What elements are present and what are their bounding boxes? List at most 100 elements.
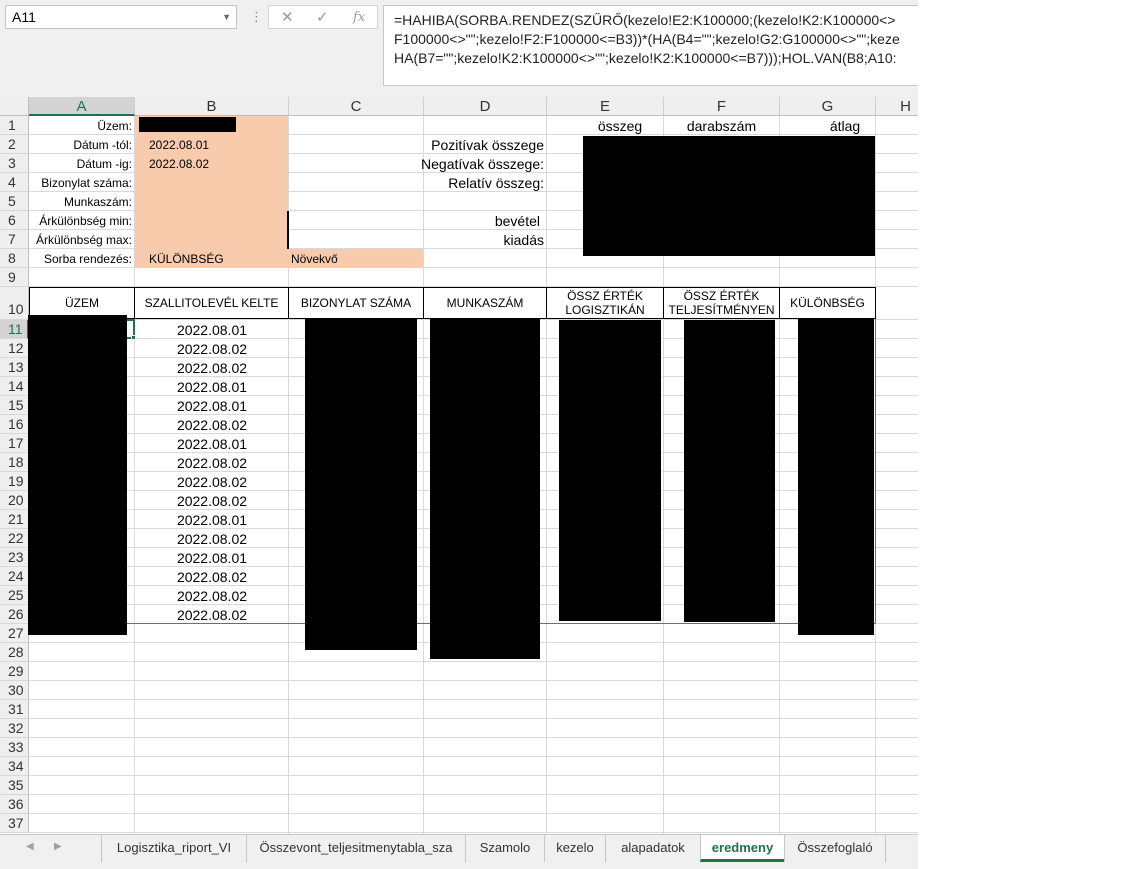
row-header[interactable]: 13 bbox=[0, 358, 29, 377]
row-header[interactable]: 18 bbox=[0, 453, 29, 472]
row-header[interactable]: 9 bbox=[0, 268, 29, 287]
row-header[interactable]: 34 bbox=[0, 757, 29, 776]
summary-header-sum: összeg bbox=[597, 118, 643, 134]
label-negative-sum: Negatívak összege: bbox=[421, 156, 544, 172]
date-cell[interactable]: 2022.08.02 bbox=[135, 455, 289, 472]
date-cell[interactable]: 2022.08.01 bbox=[135, 550, 289, 567]
tab-osszevont[interactable]: Összevont_teljesitmenytabla_sza bbox=[246, 835, 465, 862]
row-header[interactable]: 16 bbox=[0, 415, 29, 434]
row-header[interactable]: 27 bbox=[0, 624, 29, 643]
tab-logisztika-riport[interactable]: Logisztika_riport_VI bbox=[101, 835, 246, 862]
row-header[interactable]: 2 bbox=[0, 135, 29, 154]
tab-szamolo[interactable]: Szamolo bbox=[465, 835, 544, 862]
row-header[interactable]: 17 bbox=[0, 434, 29, 453]
date-cell[interactable]: 2022.08.02 bbox=[135, 569, 289, 586]
row-header[interactable]: 30 bbox=[0, 681, 29, 700]
row-header[interactable]: 1 bbox=[0, 116, 29, 135]
chevron-down-icon[interactable]: ▼ bbox=[222, 6, 231, 28]
row-header[interactable]: 26 bbox=[0, 605, 29, 624]
cancel-icon[interactable]: ✕ bbox=[281, 8, 294, 26]
row-header[interactable]: 20 bbox=[0, 491, 29, 510]
date-cell[interactable]: 2022.08.02 bbox=[135, 493, 289, 510]
row-header[interactable]: 28 bbox=[0, 643, 29, 662]
row-header[interactable]: 5 bbox=[0, 192, 29, 211]
row-header[interactable]: 22 bbox=[0, 529, 29, 548]
tab-eredmeny[interactable]: eredmeny bbox=[700, 835, 784, 862]
border-mark bbox=[287, 211, 289, 249]
sort-field-value[interactable]: KÜLÖNBSÉG bbox=[149, 252, 284, 269]
row-header[interactable]: 31 bbox=[0, 700, 29, 719]
gridline bbox=[29, 661, 918, 662]
fill-handle[interactable] bbox=[131, 335, 136, 340]
sort-order-value[interactable]: Növekvő bbox=[291, 252, 421, 269]
label-expense: kiadás bbox=[503, 232, 544, 248]
column-header[interactable]: B bbox=[135, 97, 289, 116]
row-header[interactable]: 33 bbox=[0, 738, 29, 757]
column-header[interactable]: F bbox=[664, 97, 780, 116]
formula-input[interactable]: =HAHIBA(SORBA.RENDEZ(SZŰRŐ(kezelo!E2:K10… bbox=[383, 5, 918, 86]
row-header[interactable]: 19 bbox=[0, 472, 29, 491]
label-income: bevétel bbox=[494, 213, 540, 229]
tab-alapadatok[interactable]: alapadatok bbox=[605, 835, 700, 862]
row-header[interactable]: 37 bbox=[0, 814, 29, 833]
row-header[interactable]: 21 bbox=[0, 510, 29, 529]
date-cell[interactable]: 2022.08.01 bbox=[135, 436, 289, 453]
row-header[interactable]: 14 bbox=[0, 377, 29, 396]
date-cell[interactable]: 2022.08.01 bbox=[135, 398, 289, 415]
column-header[interactable]: G bbox=[780, 97, 876, 116]
spreadsheet-grid[interactable]: ABCDEFGH 1 2 3 4 5 6 7 8 9 10 11 12 13 14 15 16 17 18 19 20… bbox=[0, 97, 918, 834]
redacted-difference-column bbox=[798, 318, 874, 635]
scroll-left-icon[interactable]: ◀ bbox=[26, 841, 34, 852]
row-header[interactable]: 25 bbox=[0, 586, 29, 605]
date-cell[interactable]: 2022.08.02 bbox=[135, 417, 289, 434]
tab-kezelo[interactable]: kezelo bbox=[544, 835, 605, 862]
tab-osszefoglalo[interactable]: Összefoglaló bbox=[784, 835, 886, 862]
column-header[interactable]: C bbox=[289, 97, 424, 116]
row-header[interactable]: 23 bbox=[0, 548, 29, 567]
date-cell[interactable]: 2022.08.02 bbox=[135, 360, 289, 377]
column-header[interactable]: H bbox=[876, 97, 918, 116]
row-header[interactable]: 35 bbox=[0, 776, 29, 795]
date-cell[interactable]: 2022.08.02 bbox=[135, 531, 289, 548]
date-cell[interactable]: 2022.08.02 bbox=[135, 341, 289, 358]
formula-bar-grip-icon: ⋮ bbox=[250, 9, 263, 24]
date-cell[interactable]: 2022.08.02 bbox=[135, 588, 289, 605]
row-header[interactable]: 4 bbox=[0, 173, 29, 192]
date-to-value[interactable]: 2022.08.02 bbox=[149, 157, 279, 174]
gridline bbox=[29, 832, 918, 833]
date-cell[interactable]: 2022.08.01 bbox=[135, 379, 289, 396]
row-header[interactable]: 6 bbox=[0, 211, 29, 230]
insert-function-icon[interactable]: fx bbox=[353, 10, 365, 25]
row-header[interactable]: 8 bbox=[0, 249, 29, 268]
select-all-corner[interactable] bbox=[0, 97, 29, 116]
label-uzem: Üzem: bbox=[97, 119, 132, 133]
row-header[interactable]: 32 bbox=[0, 719, 29, 738]
column-header[interactable]: D bbox=[424, 97, 547, 116]
scroll-right-icon[interactable]: ▶ bbox=[54, 841, 62, 852]
date-cell[interactable]: 2022.08.01 bbox=[135, 322, 289, 339]
redacted-logistics-column bbox=[559, 320, 661, 621]
column-header[interactable]: A bbox=[29, 97, 135, 116]
row-header[interactable]: 10 bbox=[0, 287, 29, 320]
row-header[interactable]: 36 bbox=[0, 795, 29, 814]
enter-icon[interactable]: ✓ bbox=[316, 8, 329, 26]
row-header[interactable]: 15 bbox=[0, 396, 29, 415]
date-cell[interactable]: 2022.08.01 bbox=[135, 512, 289, 529]
gridline bbox=[29, 794, 918, 795]
date-cell[interactable]: 2022.08.02 bbox=[135, 474, 289, 491]
row-header[interactable]: 7 bbox=[0, 230, 29, 249]
row-header[interactable]: 3 bbox=[0, 154, 29, 173]
row-header[interactable]: 12 bbox=[0, 339, 29, 358]
row-header[interactable]: 24 bbox=[0, 567, 29, 586]
row-header[interactable]: 29 bbox=[0, 662, 29, 681]
gridline bbox=[29, 813, 918, 814]
date-cell[interactable]: 2022.08.02 bbox=[135, 607, 289, 624]
row-header[interactable]: 11 bbox=[0, 320, 29, 339]
gridline bbox=[29, 718, 918, 719]
name-box[interactable]: A11 ▼ bbox=[5, 5, 237, 29]
redacted-uzem-column bbox=[28, 315, 127, 635]
formula-line: HA(B7="";kezelo!K2:K100000<>"";kezelo!K2… bbox=[394, 50, 897, 66]
column-header[interactable]: E bbox=[547, 97, 664, 116]
label-munkaszam: Munkaszám: bbox=[63, 195, 132, 209]
date-from-value[interactable]: 2022.08.01 bbox=[149, 138, 279, 155]
